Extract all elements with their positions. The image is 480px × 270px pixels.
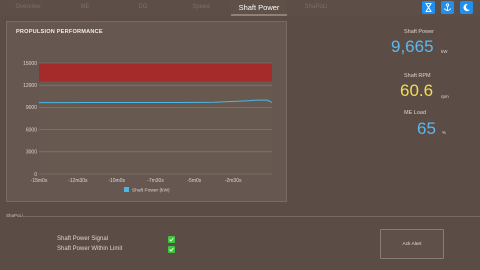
shaft-power-within-limit-check [168,246,175,253]
moon-icon [463,3,470,12]
shaft-power-within-limit-label: Shaft Power Within Limit [57,246,123,252]
y-tick-label: 6000 [26,127,37,133]
x-tick-label: -15m0s [31,178,48,184]
legend-label: Shaft Power (kW) [132,188,170,194]
x-tick-label: -12m30s [68,178,88,184]
me-load-label: ME Load [404,110,427,116]
ship-button[interactable] [441,1,454,14]
section-divider [22,216,480,217]
shaft-rpm-label: Shaft RPM [404,73,431,79]
tab-speed[interactable]: Speed [186,0,216,14]
shaft-power-label: Shaft Power [404,29,434,35]
checkmark-icon [169,247,174,252]
moon-button[interactable] [460,1,473,14]
shaft-power-signal-check [168,236,175,243]
hourglass-icon [425,3,432,12]
tab-shapoli[interactable]: ShaPoLi [296,0,336,14]
alarm-band [39,63,272,82]
hourglass-button[interactable] [422,1,435,14]
propulsion-chart: 0 3000 6000 9000 12000 15000 -15m0s -12m30s -10m… [23,61,273,194]
tab-shaft-power[interactable]: Shaft Power [231,0,287,16]
y-tick-label: 9000 [26,105,37,111]
y-tick-label: 0 [34,172,37,178]
shaft-power-signal-label: Shaft Power Signal [57,236,109,242]
shaft-power-value: 9,665 [391,37,434,56]
x-tick-label: -10m0s [108,178,125,184]
y-tick-label: 12000 [23,83,37,89]
ship-icon [443,3,452,11]
x-tick-label: -2m30s [225,178,242,184]
tab-overview[interactable]: Overview [8,0,48,14]
top-nav-bar: Overview ME DG Speed Shaft Power ShaPoLi [0,0,480,16]
x-tick-label: -7m30s [147,178,164,184]
y-tick-label: 3000 [26,150,37,156]
checkmark-icon [169,237,174,242]
y-tick-label: 15000 [23,61,37,67]
x-tick-label: -5m0s [187,178,201,184]
shapoli-section-label: ShaPoLi [6,213,24,218]
me-load-value: 65 [417,119,436,138]
ack-alert-button[interactable]: Ack Alert [380,229,444,259]
legend-swatch [124,187,129,192]
tab-me[interactable]: ME [70,0,100,14]
me-load-unit: % [442,130,447,135]
shaft-rpm-unit: rpm [441,94,449,99]
shaft-rpm-value: 60.6 [400,81,434,100]
propulsion-chart-panel: PROPULSION PERFORMANCE 0 3000 6000 9000 1200… [6,21,287,202]
shaft-power-unit: kW [441,49,448,54]
tab-dg[interactable]: DG [128,0,158,14]
